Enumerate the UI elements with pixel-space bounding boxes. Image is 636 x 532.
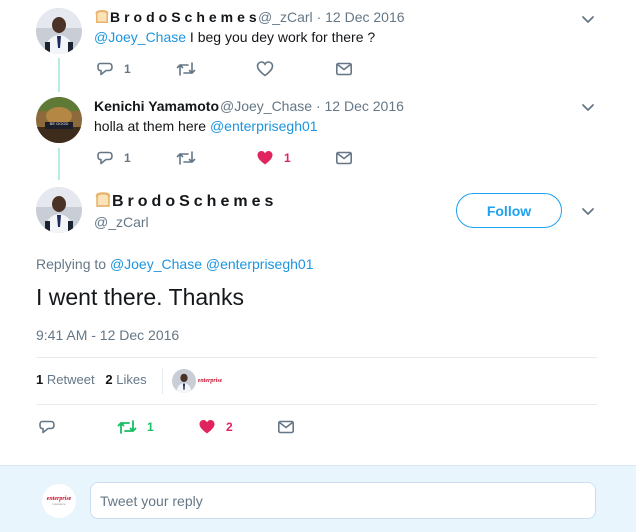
envelope-icon: [335, 151, 352, 165]
chevron-down-icon[interactable]: [580, 99, 596, 115]
stats-row: 1 Retweet 2 Likes: [36, 372, 147, 387]
heart-icon: [199, 420, 215, 434]
chevron-down-icon[interactable]: [580, 11, 596, 27]
heart-icon: [256, 61, 274, 77]
meta-dot: ·: [315, 98, 321, 114]
dm-button[interactable]: [335, 60, 353, 78]
replying-to-label: Replying to: [36, 256, 107, 272]
like-button[interactable]: [256, 60, 274, 78]
thread-line: [58, 58, 60, 92]
retweets-stat[interactable]: 1 Retweet: [36, 372, 95, 387]
tweet-handle[interactable]: @_zCarl: [258, 9, 313, 25]
mention-link[interactable]: @enterprisegh01: [210, 118, 318, 134]
reply-input[interactable]: Tweet your reply: [90, 482, 596, 519]
bread-emoji-icon: [94, 9, 110, 27]
enterprise-logo: enterprise: [198, 378, 222, 384]
meta-dot: ·: [316, 9, 322, 25]
reply-count: 1: [124, 62, 131, 76]
main-tweet-author-name: BrodoSchemes: [112, 193, 278, 210]
reply-button[interactable]: 1: [96, 60, 131, 78]
thread-line: [58, 148, 60, 180]
dm-button[interactable]: [335, 149, 353, 167]
envelope-icon: [277, 420, 294, 434]
avatar-kenichi[interactable]: [36, 97, 82, 143]
tweet-body: holla at them here: [94, 118, 210, 134]
avatar-brodoschemes[interactable]: [36, 187, 82, 233]
reply-count: 1: [124, 151, 131, 165]
reply-button[interactable]: 1: [96, 149, 131, 167]
divider: [36, 404, 597, 405]
replying-to-mention[interactable]: @Joey_Chase: [110, 256, 202, 272]
follow-button[interactable]: Follow: [456, 193, 562, 228]
main-tweet-text: I went there. Thanks: [36, 284, 244, 310]
retweet-count: 1: [147, 420, 154, 434]
tweet-handle[interactable]: @Joey_Chase: [220, 98, 312, 114]
like-count: 2: [226, 420, 233, 434]
divider: [36, 357, 597, 358]
tweet-author[interactable]: Kenichi Yamamoto: [94, 98, 219, 114]
liker-avatar[interactable]: enterprise: [198, 369, 222, 393]
reply-icon: [97, 151, 113, 165]
retweet-icon: [117, 420, 137, 434]
likes-stat[interactable]: 2 Likes: [105, 372, 146, 387]
envelope-icon: [335, 62, 352, 76]
retweet-button[interactable]: 1: [117, 418, 154, 436]
chevron-down-icon[interactable]: [580, 203, 596, 219]
retweet-icon: [176, 62, 196, 76]
like-count: 1: [284, 151, 291, 165]
stats-separator: [162, 368, 163, 394]
replying-to: Replying to @Joey_Chase @enterprisegh01: [36, 256, 314, 272]
retweet-button[interactable]: [176, 149, 196, 167]
reply-icon: [97, 62, 113, 76]
like-button[interactable]: 1: [256, 149, 291, 167]
reply-button[interactable]: [38, 418, 56, 436]
replying-to-mention[interactable]: @enterprisegh01: [206, 256, 314, 272]
main-tweet-author[interactable]: BrodoSchemes: [94, 191, 277, 213]
main-tweet-handle[interactable]: @_zCarl: [94, 214, 149, 230]
tweet-date[interactable]: 12 Dec 2016: [325, 9, 404, 25]
tweet-date[interactable]: 12 Dec 2016: [325, 98, 404, 114]
dm-button[interactable]: [277, 418, 295, 436]
retweet-button[interactable]: [176, 60, 196, 78]
mention-link[interactable]: @Joey_Chase: [94, 29, 186, 45]
reply-icon: [39, 420, 55, 434]
heart-icon: [257, 151, 273, 165]
tweet-author[interactable]: BrodoSchemes: [94, 9, 261, 27]
tweet-text: @Joey_Chase I beg you dey work for there…: [94, 29, 375, 45]
enterprise-logo-sub: insurance: [52, 502, 66, 506]
retweet-icon: [176, 151, 196, 165]
tweet-text: holla at them here @enterprisegh01: [94, 118, 318, 134]
like-button[interactable]: 2: [198, 418, 233, 436]
liker-avatar[interactable]: [172, 369, 196, 393]
avatar-sign-text: BE GOOD: [49, 121, 69, 126]
tweet-body: I beg you dey work for there ?: [186, 29, 376, 45]
bread-emoji-icon: [94, 191, 112, 213]
avatar-brodoschemes[interactable]: [36, 8, 82, 54]
current-user-avatar[interactable]: enterprise insurance: [42, 484, 76, 518]
tweet-author-name: BrodoSchemes: [110, 9, 261, 25]
main-tweet-timestamp[interactable]: 9:41 AM - 12 Dec 2016: [36, 327, 179, 343]
